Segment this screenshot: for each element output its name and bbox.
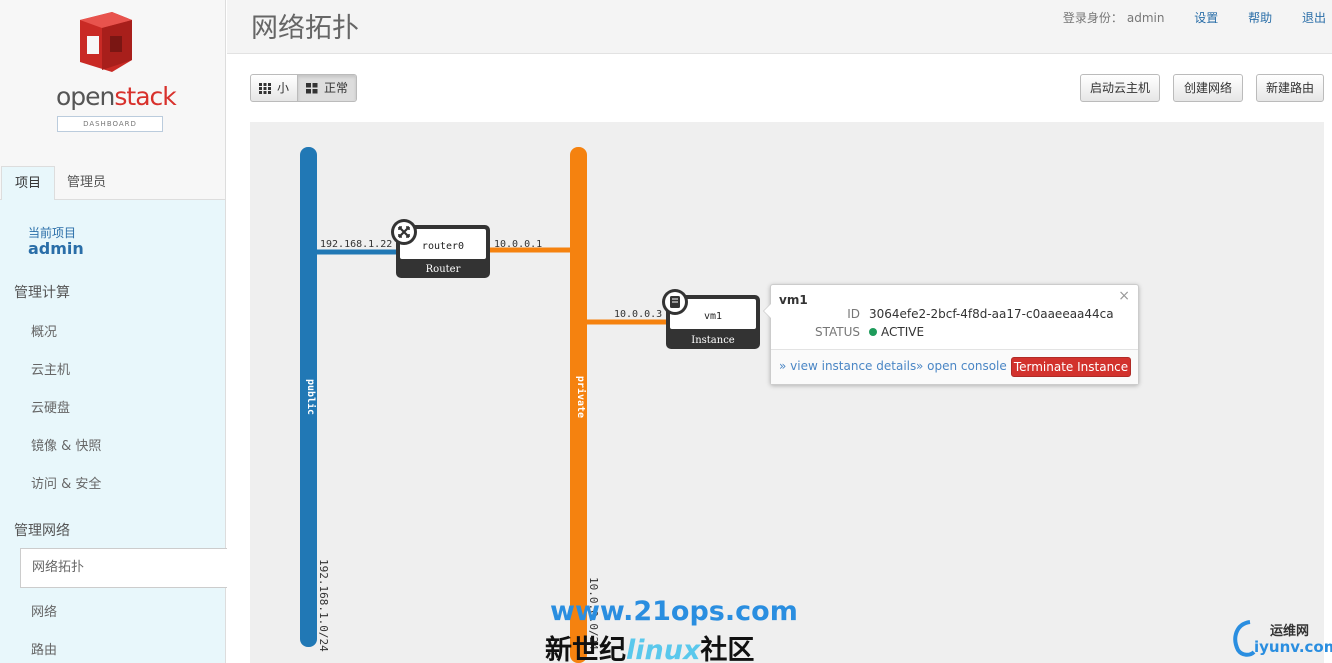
section-compute: 管理计算 (14, 285, 70, 301)
balloon-title: vm1 (779, 293, 808, 307)
network-public-cidr: 192.168.1.0/24 (317, 559, 330, 652)
router-name: router0 (422, 241, 464, 252)
help-link[interactable]: 帮助 (1248, 11, 1272, 25)
logo-subtitle: DASHBOARD (57, 116, 163, 132)
instance-server-icon (662, 289, 688, 315)
nav-item-volumes[interactable]: 云硬盘 (31, 397, 70, 416)
close-icon[interactable]: × (1118, 288, 1130, 304)
balloon-arrow-inner (764, 304, 771, 318)
topology-svg: public private 192.168.1.0/24 10.0.0.0/2… (300, 147, 760, 663)
status-dot-icon (869, 328, 877, 336)
nav-item-network-topology[interactable]: 网络拓扑 (20, 548, 227, 588)
balloon-status-value: ACTIVE (869, 325, 924, 339)
router-private-ip: 10.0.0.1 (494, 239, 542, 250)
current-project-value[interactable]: admin (28, 239, 84, 258)
watermark-cn: 新世纪linux社区 (545, 635, 755, 663)
router-icon (391, 219, 417, 245)
balloon-footer: » view instance details » open console T… (771, 349, 1138, 384)
open-console-link[interactable]: » open console (916, 359, 1007, 373)
tab-project[interactable]: 项目 (1, 166, 56, 201)
page-title: 网络拓扑 (251, 13, 359, 44)
router-type-label: Router (426, 264, 461, 275)
section-network: 管理网络 (14, 523, 70, 539)
launch-instance-button[interactable]: 启动云主机 (1080, 74, 1160, 102)
page-header: 网络拓扑 登录身份： admin 设置 帮助 退出 (227, 0, 1332, 54)
sidebar: openstack DASHBOARD 项目 管理员 当前项目 admin 管理… (0, 0, 227, 663)
current-user: admin (1126, 11, 1165, 25)
watermark-url: www.21ops.com (550, 596, 798, 627)
instance-name: vm1 (704, 311, 722, 322)
topology-canvas[interactable]: public private 192.168.1.0/24 10.0.0.0/2… (250, 122, 1324, 663)
router-node[interactable]: router0 Router (391, 219, 490, 278)
router-public-ip: 192.168.1.22 (320, 239, 392, 250)
nav-item-networks[interactable]: 网络 (31, 601, 57, 620)
terminate-instance-button[interactable]: Terminate Instance (1011, 357, 1131, 377)
user-menu: 登录身份： admin 设置 帮助 退出 (1063, 9, 1326, 26)
nav-item-images-snapshots[interactable]: 镜像 & 快照 (31, 435, 101, 454)
status-text: ACTIVE (881, 325, 925, 339)
logo-wordmark: openstack (56, 82, 177, 111)
watermark-corner-cn: 运维网 (1270, 624, 1310, 639)
tab-admin[interactable]: 管理员 (54, 166, 119, 200)
instance-balloon: vm1 × ID 3064efe2-2bcf-4f8d-aa17-c0aaeea… (763, 284, 1139, 385)
grid-large-icon (306, 82, 318, 93)
nav-item-overview[interactable]: 概况 (31, 321, 57, 340)
view-toggle-group: 小 正常 (250, 74, 358, 102)
instance-type-label: Instance (691, 335, 735, 346)
openstack-logo[interactable]: openstack DASHBOARD (54, 10, 177, 135)
network-private-name: private (575, 376, 587, 418)
nav-item-access-security[interactable]: 访问 & 安全 (31, 473, 101, 492)
watermark-corner: 运维网 iyunv.com (1228, 616, 1332, 663)
nav-item-instances[interactable]: 云主机 (31, 359, 70, 378)
watermark-corner-url: iyunv.com (1254, 638, 1332, 656)
balloon-status-label: STATUS (814, 325, 860, 339)
login-label: 登录身份： (1062, 11, 1123, 25)
instance-ip: 10.0.0.3 (614, 309, 662, 320)
view-normal-button[interactable]: 正常 (297, 75, 357, 101)
balloon-id-label: ID (847, 307, 860, 321)
create-network-button[interactable]: 创建网络 (1173, 74, 1243, 102)
nav-panel: 当前项目 admin 管理计算 概况 云主机 云硬盘 镜像 & 快照 访问 & … (0, 200, 227, 663)
view-small-label: 小 (277, 81, 290, 95)
balloon-id-value: 3064efe2-2bcf-4f8d-aa17-c0aaeeaa44ca (869, 307, 1114, 321)
grid-small-icon (259, 82, 271, 94)
network-public-name: public (305, 379, 317, 415)
settings-link[interactable]: 设置 (1194, 11, 1218, 25)
view-normal-label: 正常 (324, 81, 349, 95)
create-router-button[interactable]: 新建路由 (1256, 74, 1324, 102)
openstack-cube-icon (80, 12, 132, 72)
logout-link[interactable]: 退出 (1302, 11, 1326, 25)
view-instance-details-link[interactable]: » view instance details (779, 359, 916, 373)
instance-node[interactable]: vm1 Instance (662, 289, 760, 349)
view-small-button[interactable]: 小 (251, 75, 297, 101)
nav-item-routers[interactable]: 路由 (31, 639, 57, 658)
sidebar-tabs: 项目 管理员 (0, 166, 226, 201)
